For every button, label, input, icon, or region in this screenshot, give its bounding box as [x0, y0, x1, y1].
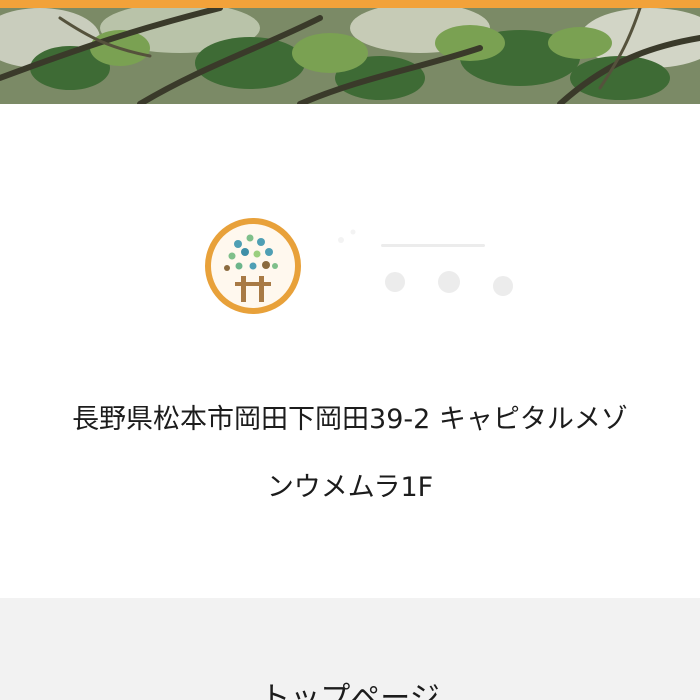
footer-nav: トップページ: [0, 598, 700, 700]
header-accent-bar: [0, 0, 700, 8]
header-photo-banner: [0, 0, 700, 104]
main-content: 長野県松本市岡田下岡田39-2 キャピタルメゾ ンウメムラ1F: [0, 104, 700, 598]
top-page-link[interactable]: トップページ: [0, 684, 700, 700]
site-logo[interactable]: [205, 216, 525, 326]
address-line-1: 長野県松本市岡田下岡田39-2 キャピタルメゾ: [72, 404, 628, 435]
leaves-photo-icon: [0, 8, 700, 104]
address: 長野県松本市岡田下岡田39-2 キャピタルメゾ ンウメムラ1F: [0, 386, 700, 522]
tree-circle-logo-icon: [205, 218, 513, 314]
page: 長野県松本市岡田下岡田39-2 キャピタルメゾ ンウメムラ1F トップページ: [0, 0, 700, 700]
address-line-2: ンウメムラ1F: [266, 472, 434, 503]
